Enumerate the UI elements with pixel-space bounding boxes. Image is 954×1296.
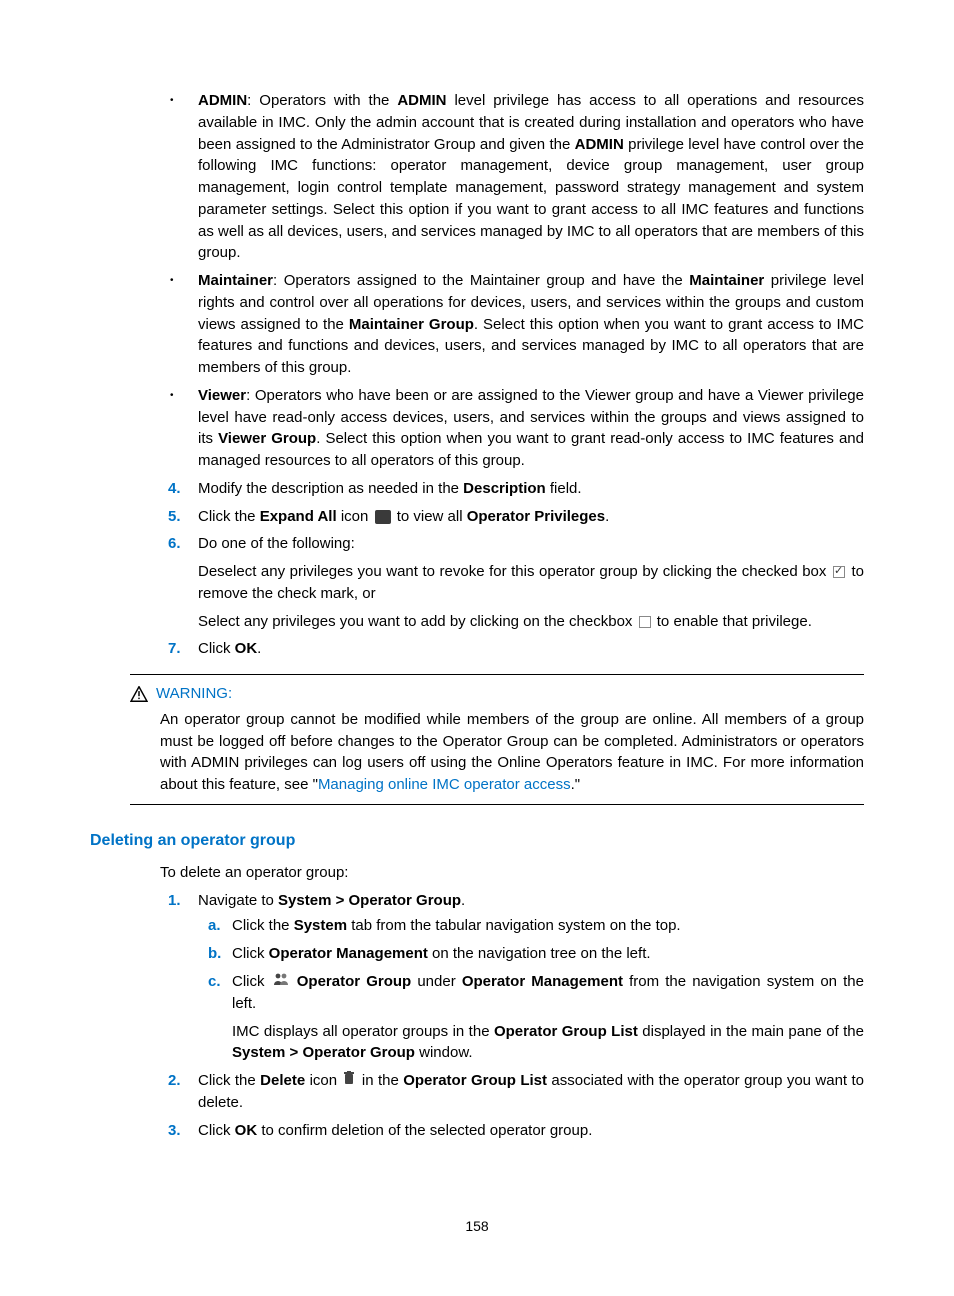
step-6: 6. Do one of the following: Deselect any…	[198, 533, 864, 632]
unchecked-box-icon	[639, 616, 651, 628]
delete-step-1: 1. Navigate to System > Operator Group. …	[198, 890, 864, 1064]
numbered-steps: 4. Modify the description as needed in t…	[160, 478, 864, 660]
delete-step-1c: c. Click Operator Group under Operator M…	[232, 971, 864, 1064]
bullet-section: ADMIN: Operators with the ADMIN level pr…	[160, 90, 864, 472]
delete-step-1a: a. Click the System tab from the tabular…	[232, 915, 864, 937]
step-6-option-1: Deselect any privileges you want to revo…	[198, 561, 864, 605]
bullet-maintainer: Maintainer: Operators assigned to the Ma…	[198, 270, 864, 379]
checked-box-icon	[833, 566, 845, 578]
delete-step-1b: b. Click Operator Management on the navi…	[232, 943, 864, 965]
warning-body: An operator group cannot be modified whi…	[160, 709, 864, 796]
section-heading-deleting: Deleting an operator group	[90, 829, 864, 852]
section-intro: To delete an operator group:	[160, 862, 864, 884]
deleting-steps: 1. Navigate to System > Operator Group. …	[160, 890, 864, 1142]
step-5: 5. Click the Expand All icon to view all…	[198, 506, 864, 528]
link-managing-online[interactable]: Managing online IMC operator access	[318, 776, 571, 793]
warning-box: WARNING: An operator group cannot be mod…	[130, 674, 864, 805]
warning-icon	[130, 686, 148, 702]
delete-step-3: 3. Click OK to confirm deletion of the s…	[198, 1120, 864, 1142]
page: ADMIN: Operators with the ADMIN level pr…	[0, 0, 954, 1296]
step-4: 4. Modify the description as needed in t…	[198, 478, 864, 500]
warning-label: WARNING:	[156, 683, 232, 705]
delete-step-1c-note: IMC displays all operator groups in the …	[232, 1021, 864, 1065]
bullet-admin: ADMIN: Operators with the ADMIN level pr…	[198, 90, 864, 264]
operator-group-icon	[273, 971, 289, 993]
expand-all-icon	[375, 510, 391, 524]
delete-icon	[343, 1070, 355, 1092]
step-7: 7. Click OK.	[198, 638, 864, 660]
page-number: 158	[0, 1216, 954, 1236]
bullet-viewer: Viewer: Operators who have been or are a…	[198, 385, 864, 472]
step-6-option-2: Select any privileges you want to add by…	[198, 611, 864, 633]
delete-step-2: 2. Click the Delete icon in the Operator…	[198, 1070, 864, 1114]
